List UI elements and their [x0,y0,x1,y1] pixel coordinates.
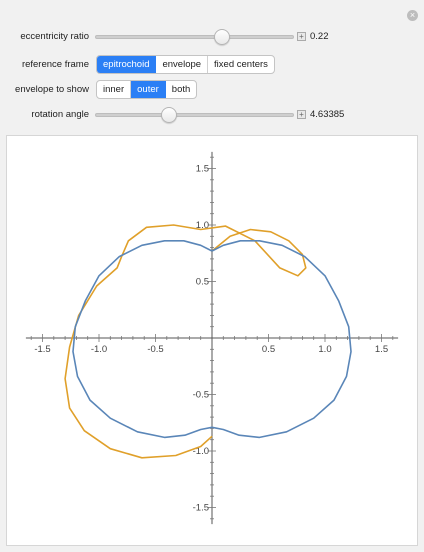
x-tick-label: -1.5 [34,344,50,355]
frame-option-envelope[interactable]: envelope [156,56,209,73]
envelope-label: envelope to show [15,84,89,95]
y-tick-label: 1.5 [196,164,209,175]
y-tick-label: -1.0 [193,446,209,457]
x-tick-label: 0.5 [262,344,275,355]
envelope-option-both[interactable]: both [166,81,196,98]
x-tick-label: -0.5 [147,344,163,355]
envelope-selector: inner outer both [96,80,198,99]
rotation-angle-slider-thumb[interactable] [160,107,177,123]
outer-envelope-curve [64,224,307,459]
frame-option-epitrochoid[interactable]: epitrochoid [97,56,157,73]
plot-panel: -1.5 -1.0 -0.5 0.5 1.0 1.5 -1.5 -1.0 -0.5 0.5 1.0 1… [6,135,418,546]
reference-frame-selector: epitrochoid envelope fixed centers [96,55,275,74]
rotation-angle-slider[interactable] [95,113,294,117]
reference-frame-label: reference frame [21,59,89,70]
x-tick-label: 1.5 [375,344,388,355]
frame-option-fixed-centers[interactable]: fixed centers [208,56,274,73]
eccentricity-slider-thumb[interactable] [214,29,231,45]
eccentricity-slider[interactable] [95,35,294,39]
eccentricity-label: eccentricity ratio [20,31,89,42]
epitrochoid-plot: -1.5 -1.0 -0.5 0.5 1.0 1.5-1.5-1.0-0.50.51.01… [25,151,399,525]
rotation-angle-value: 4.63385 [310,109,345,120]
y-tick-label: -0.5 [193,390,209,401]
y-tick-label: 0.5 [196,277,209,288]
x-tick-label: -1.0 [91,344,107,355]
rotation-plus-icon[interactable]: + [297,110,306,119]
rotation-angle-label: rotation angle [31,109,89,120]
x-tick-label: 1.0 [318,344,331,355]
close-icon[interactable]: × [407,10,418,21]
y-tick-label: -1.5 [193,503,209,514]
eccentricity-value: 0.22 [310,31,329,42]
envelope-option-outer[interactable]: outer [131,81,166,98]
eccentricity-plus-icon[interactable]: + [297,32,306,41]
envelope-option-inner[interactable]: inner [97,81,132,98]
